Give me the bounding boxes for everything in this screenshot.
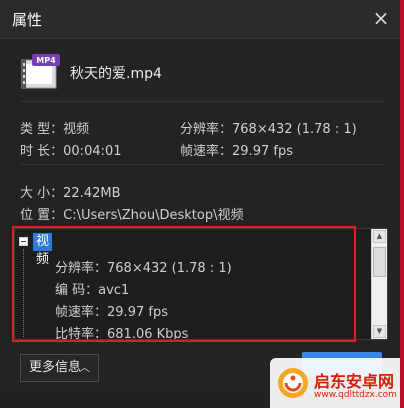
size-label: 大 小： xyxy=(20,186,64,201)
detail-value: avc1 xyxy=(98,283,130,298)
detail-label: 分辨率： xyxy=(55,261,108,276)
divider xyxy=(20,164,384,165)
properties-dialog: 属性 × MP4 秋天的爱.mp4 类 型：视频 分辨率：768×432 (1.… xyxy=(0,0,404,408)
vertical-scrollbar[interactable]: ▲ ▼ xyxy=(371,229,387,339)
chevron-up-icon: ︿ xyxy=(79,361,90,374)
detail-value: 29.97 fps xyxy=(107,305,168,320)
divider xyxy=(20,101,384,102)
type-value: 视频 xyxy=(63,122,90,137)
type-label: 类 型： xyxy=(20,122,64,137)
watermark-title: 启东安卓网 xyxy=(314,372,395,391)
site-watermark: 启东安卓网 www.qdlttdzx.com xyxy=(270,358,404,408)
resolution-label: 分辨率： xyxy=(180,122,233,137)
type-row: 类 型：视频 xyxy=(20,118,89,137)
watermark-logo-icon xyxy=(278,368,308,398)
framerate-value: 29.97 fps xyxy=(232,144,293,159)
location-row: 位 置：C:\Users\Zhou\Desktop\视频 xyxy=(20,204,243,223)
background-edge xyxy=(400,0,404,408)
scrollbar-thumb[interactable] xyxy=(373,247,386,277)
resolution-row: 分辨率：768×432 (1.78 : 1) xyxy=(180,118,357,137)
collapse-icon[interactable] xyxy=(19,237,28,246)
framerate-label: 帧速率： xyxy=(180,144,233,159)
detail-label: 编 码： xyxy=(55,283,99,298)
file-name: 秋天的爱.mp4 xyxy=(70,66,162,82)
resolution-value: 768×432 (1.78 : 1) xyxy=(232,122,357,137)
location-label: 位 置： xyxy=(20,208,64,223)
tree-connector xyxy=(23,249,44,337)
location-value: C:\Users\Zhou\Desktop\视频 xyxy=(63,208,244,223)
more-info-button[interactable]: 更多信息 ︿ xyxy=(20,354,99,382)
mp4-file-icon: MP4 xyxy=(20,52,62,90)
size-value: 22.42MB xyxy=(63,186,121,201)
detail-codec: 编 码：avc1 xyxy=(55,279,129,298)
detail-bitrate: 比特率：681.06 Kbps xyxy=(55,323,188,339)
duration-value: 00:04:01 xyxy=(63,144,122,159)
more-info-label: 更多信息 xyxy=(29,360,82,375)
framerate-row: 帧速率：29.97 fps xyxy=(180,140,293,159)
stream-info-content: 视频 分辨率：768×432 (1.78 : 1) 编 码：avc1 帧速率：2… xyxy=(15,229,371,339)
detail-resolution: 分辨率：768×432 (1.78 : 1) xyxy=(55,257,232,276)
detail-value: 681.06 Kbps xyxy=(107,327,189,339)
detail-label: 比特率： xyxy=(55,327,108,339)
size-row: 大 小：22.42MB xyxy=(20,182,121,201)
scroll-up-icon[interactable]: ▲ xyxy=(373,230,386,243)
dialog-title: 属性 xyxy=(12,11,43,29)
stream-info-list[interactable]: 视频 分辨率：768×432 (1.78 : 1) 编 码：avc1 帧速率：2… xyxy=(14,228,388,340)
duration-label: 时 长： xyxy=(20,144,64,159)
file-badge-text: MP4 xyxy=(36,56,56,65)
scroll-down-icon[interactable]: ▼ xyxy=(373,325,386,338)
watermark-url: www.qdlttdzx.com xyxy=(314,390,397,400)
detail-value: 768×432 (1.78 : 1) xyxy=(107,261,232,276)
duration-row: 时 长：00:04:01 xyxy=(20,140,122,159)
title-bar: 属性 × xyxy=(0,0,404,39)
detail-label: 帧速率： xyxy=(55,305,108,320)
close-icon[interactable]: × xyxy=(370,7,392,29)
detail-framerate: 帧速率：29.97 fps xyxy=(55,301,168,320)
